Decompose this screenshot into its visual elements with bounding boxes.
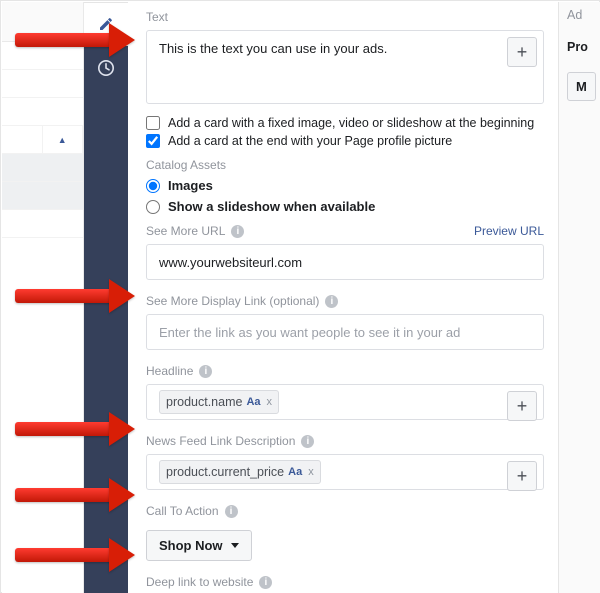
see-more-url-input-wrap: [146, 244, 544, 280]
info-icon[interactable]: i: [231, 225, 244, 238]
nf-desc-token-text: product.current_price: [166, 465, 284, 479]
headline-token[interactable]: product.name Aa x: [159, 390, 279, 414]
vertical-nav: [84, 2, 128, 593]
nf-desc-label: News Feed Link Description i: [146, 434, 544, 448]
ad-creative-panel: Text This is the text you can use in you…: [128, 2, 558, 593]
add-text-variant-button[interactable]: +: [507, 37, 537, 67]
see-more-url-label: See More URL i: [146, 224, 244, 238]
info-icon[interactable]: i: [301, 435, 314, 448]
see-more-display-label: See More Display Link (optional) i: [146, 294, 544, 308]
info-icon[interactable]: i: [225, 505, 238, 518]
catalog-slideshow-radio[interactable]: [146, 200, 160, 214]
left-table-pane: ▲: [2, 2, 84, 593]
right-pro-label: Pro: [567, 40, 600, 54]
remove-token-icon[interactable]: x: [306, 466, 314, 478]
cta-dropdown[interactable]: Shop Now: [146, 530, 252, 561]
case-icon: Aa: [288, 466, 302, 478]
chevron-down-icon: [231, 543, 239, 548]
cta-value: Shop Now: [159, 538, 223, 553]
headline-label: Headline i: [146, 364, 544, 378]
edit-tab[interactable]: [84, 2, 128, 46]
table-sort-row: ▲: [2, 126, 83, 154]
add-nf-desc-button[interactable]: +: [507, 461, 537, 491]
info-icon[interactable]: i: [199, 365, 212, 378]
catalog-images-radio[interactable]: [146, 179, 160, 193]
catalog-images-label: Images: [168, 178, 213, 193]
see-more-display-input[interactable]: [159, 325, 503, 340]
info-icon[interactable]: i: [325, 295, 338, 308]
deep-link-label: Deep link to website i: [146, 575, 544, 589]
card-page-profile-end-label: Add a card at the end with your Page pro…: [168, 134, 452, 148]
cta-label: Call To Action i: [146, 504, 544, 518]
text-label: Text: [146, 10, 544, 24]
right-ad-label: Ad: [567, 8, 600, 22]
nf-desc-token[interactable]: product.current_price Aa x: [159, 460, 321, 484]
card-fixed-beginning-checkbox[interactable]: [146, 116, 160, 130]
add-headline-button[interactable]: +: [507, 391, 537, 421]
card-fixed-beginning-label: Add a card with a fixed image, video or …: [168, 116, 534, 130]
remove-token-icon[interactable]: x: [265, 396, 273, 408]
case-icon: Aa: [246, 396, 260, 408]
ad-text-input[interactable]: This is the text you can use in your ads…: [146, 30, 544, 104]
sort-icon[interactable]: ▲: [43, 126, 84, 153]
headline-input[interactable]: product.name Aa x +: [146, 384, 544, 420]
info-icon[interactable]: i: [259, 576, 272, 589]
catalog-slideshow-label: Show a slideshow when available: [168, 199, 375, 214]
see-more-url-input[interactable]: [159, 255, 503, 270]
card-page-profile-end-checkbox[interactable]: [146, 134, 160, 148]
selected-row[interactable]: [2, 154, 83, 182]
pencil-icon: [98, 16, 114, 32]
history-tab[interactable]: [84, 46, 128, 90]
preview-url-link[interactable]: Preview URL: [474, 224, 544, 238]
see-more-display-input-wrap: [146, 314, 544, 350]
catalog-assets-label: Catalog Assets: [146, 158, 544, 172]
headline-token-text: product.name: [166, 395, 242, 409]
nf-desc-input[interactable]: product.current_price Aa x +: [146, 454, 544, 490]
ad-text-value: This is the text you can use in your ads…: [159, 41, 387, 56]
app-frame: ▲ Text This is the text you can use in y…: [0, 0, 600, 593]
right-m-button[interactable]: M: [567, 72, 596, 101]
right-side-panel: Ad Pro M: [558, 2, 600, 593]
clock-icon: [97, 59, 115, 77]
